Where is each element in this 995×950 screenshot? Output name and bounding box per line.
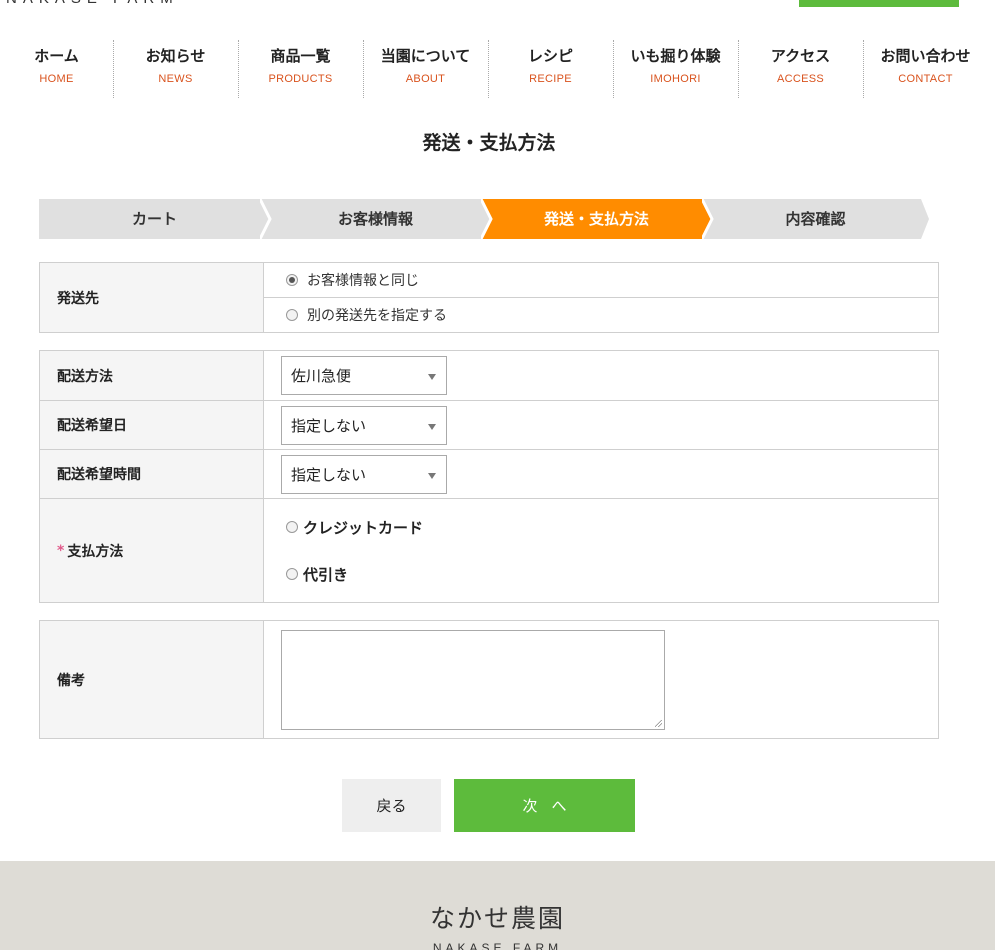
global-nav: ホーム HOME お知らせ NEWS 商品一覧 PRODUCTS 当園について ABOU… [0, 38, 995, 100]
nav-label-jp: ホーム [34, 47, 79, 65]
nav-item-home[interactable]: ホーム HOME [0, 38, 113, 98]
nav-item-contact[interactable]: お問い合わせ CONTACT [863, 38, 988, 98]
step-cart: カート [39, 199, 270, 239]
nav-item-recipe[interactable]: レシピ RECIPE [488, 38, 613, 98]
delivery-payment-table: 配送方法 佐川急便 配送希望日 指定しない 配送希望時間 指定しない * 支払方… [39, 350, 939, 603]
dest-same-option[interactable]: お客様情報と同じ [264, 263, 938, 297]
shipping-destination-label: 発送先 [40, 263, 264, 332]
notes-table: 備考 [39, 620, 939, 739]
header-green-button[interactable] [799, 0, 959, 7]
delivery-time-label: 配送希望時間 [40, 450, 264, 498]
nav-item-products[interactable]: 商品一覧 PRODUCTS [238, 38, 363, 98]
step-label: お客様情報 [337, 210, 413, 228]
payment-method-label: * 支払方法 [40, 499, 264, 602]
nav-label-jp: レシピ [527, 47, 573, 65]
delivery-method-value: 佐川急便 [291, 367, 352, 385]
notes-label: 備考 [40, 621, 264, 738]
dest-other-option[interactable]: 別の発送先を指定する [264, 297, 938, 331]
nav-label-en: ACCESS [776, 73, 825, 85]
radio-unchecked[interactable] [286, 568, 298, 580]
header-logo[interactable]: NAKASE FARM [6, 0, 179, 7]
nav-label-en: PRODUCTS [268, 73, 333, 85]
dest-same-label: お客様情報と同じ [307, 273, 419, 289]
delivery-time-select[interactable]: 指定しない [281, 454, 447, 494]
nav-label-en: CONTACT [898, 73, 953, 85]
nav-label-jp: お問い合わせ [880, 47, 971, 65]
nav-item-about[interactable]: 当園について ABOUT [363, 38, 488, 98]
nav-label-jp: お知らせ [145, 47, 206, 65]
step-label: 内容確認 [785, 210, 846, 228]
nav-item-imohori[interactable]: いも掘り体験 IMOHORI [613, 38, 738, 98]
payment-cod-option[interactable]: 代引き [281, 551, 348, 598]
nav-label-en: IMOHORI [650, 73, 701, 85]
step-label: カート [131, 210, 177, 228]
radio-unchecked[interactable] [286, 308, 298, 321]
payment-credit-label: クレジットカード [303, 518, 424, 537]
step-shipping-payment: 発送・支払方法 [481, 199, 712, 239]
nav-label-jp: いも掘り体験 [630, 47, 721, 65]
next-button[interactable]: 次へ [454, 779, 635, 832]
shipping-destination-table: 発送先 お客様情報と同じ 別の発送先を指定する [39, 262, 939, 333]
delivery-date-select[interactable]: 指定しない [281, 405, 447, 445]
radio-unchecked[interactable] [286, 521, 298, 533]
delivery-time-value: 指定しない [291, 465, 367, 484]
footer: なかせ農園 NAKASE FARM [0, 861, 995, 950]
nav-label-jp: 当園について [380, 47, 471, 65]
dest-other-label: 別の発送先を指定する [307, 307, 447, 324]
nav-label-en: ABOUT [405, 73, 446, 85]
radio-checked[interactable] [286, 274, 298, 286]
nav-item-news[interactable]: お知らせ NEWS [113, 38, 238, 98]
checkout-steps: カート お客様情報 発送・支払方法 内容確認 [39, 199, 939, 239]
chevron-down-icon [428, 472, 436, 479]
step-customer-info: お客様情報 [260, 199, 491, 239]
nav-label-en: NEWS [158, 73, 193, 85]
back-button[interactable]: 戻る [342, 779, 441, 832]
step-confirm: 内容確認 [702, 199, 929, 239]
nav-item-access[interactable]: アクセス ACCESS [738, 38, 863, 98]
step-label: 発送・支払方法 [543, 210, 649, 228]
delivery-method-label: 配送方法 [40, 351, 264, 400]
chevron-down-icon [428, 374, 436, 380]
page-title: 発送・支払方法 [422, 132, 556, 154]
nav-label-jp: アクセス [770, 47, 831, 65]
required-mark: * [57, 542, 65, 559]
nav-label-en: RECIPE [529, 73, 572, 85]
notes-textarea[interactable] [281, 629, 665, 730]
footer-logo-jp[interactable]: なかせ農園 [0, 899, 995, 935]
nav-label-en: HOME [39, 73, 74, 85]
delivery-date-label: 配送希望日 [40, 401, 264, 449]
payment-cod-label: 代引き [303, 565, 349, 584]
chevron-down-icon [428, 423, 436, 430]
payment-credit-option[interactable]: クレジットカード [281, 504, 423, 551]
footer-logo-en: NAKASE FARM [432, 941, 563, 950]
delivery-date-value: 指定しない [291, 416, 367, 435]
nav-label-jp: 商品一覧 [270, 47, 331, 65]
payment-label-text: 支払方法 [67, 543, 124, 560]
delivery-method-select[interactable]: 佐川急便 [281, 356, 447, 395]
